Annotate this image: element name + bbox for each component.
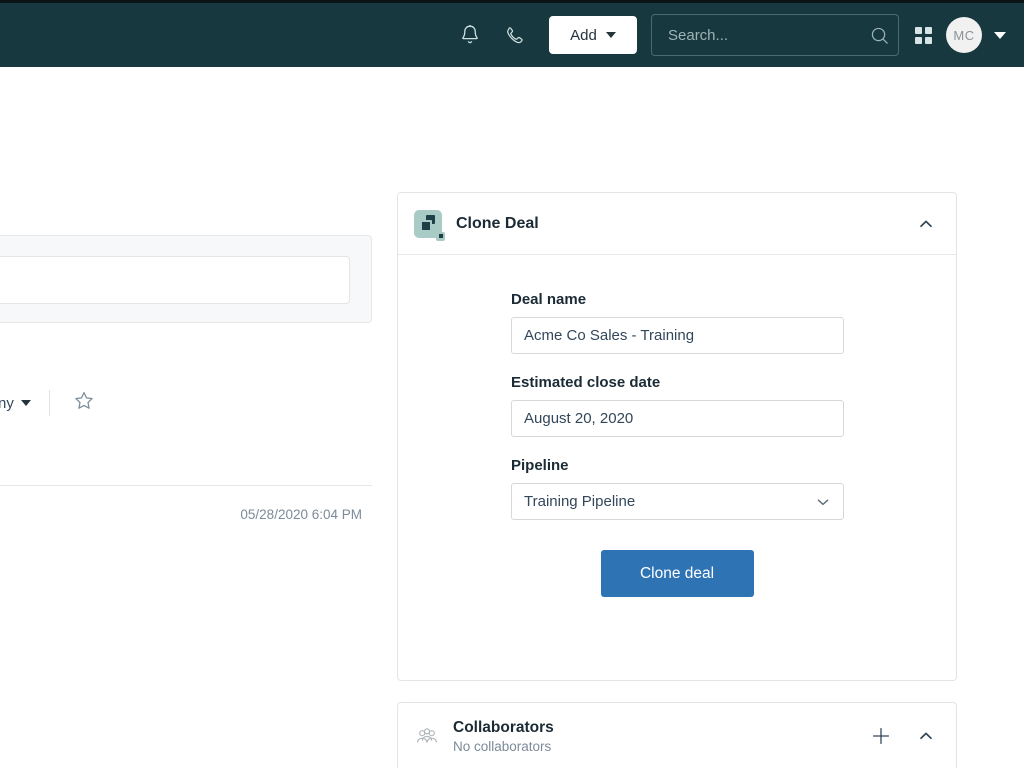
search-icon[interactable] [869, 25, 890, 46]
clone-icon-badge [436, 232, 445, 241]
clone-deal-icon [414, 210, 442, 238]
field-deal-name: Deal name Acme Co Sales - Training [511, 291, 844, 354]
phone-icon[interactable] [497, 18, 531, 52]
estimated-close-date-input[interactable]: August 20, 2020 [511, 400, 844, 437]
star-icon[interactable] [72, 389, 96, 418]
avatar-initials: MC [953, 28, 974, 43]
divider [0, 485, 372, 486]
collaborators-card-header[interactable]: Collaborators No collaborators [398, 703, 956, 769]
people-group-icon [414, 723, 440, 749]
left-partial-panel: ny 05/28/2020 6:04 PM [0, 67, 372, 768]
clone-deal-card: Clone Deal Deal name Acme Co Sales - Tra… [397, 192, 957, 681]
bell-icon[interactable] [453, 18, 487, 52]
record-timestamp: 05/28/2020 6:04 PM [0, 507, 362, 522]
pipeline-value: Training Pipeline [524, 493, 635, 510]
chevron-down-icon[interactable] [994, 32, 1006, 39]
field-label: Deal name [511, 291, 844, 308]
chevron-down-icon [606, 32, 616, 38]
collaborators-card: Collaborators No collaborators [397, 702, 957, 768]
pipeline-select[interactable]: Training Pipeline [511, 483, 844, 520]
grid-cell [915, 27, 922, 34]
add-button-label: Add [570, 27, 597, 44]
clone-deal-title: Clone Deal [456, 215, 914, 233]
association-dropdown[interactable]: ny [0, 395, 31, 412]
note-composer-input[interactable] [0, 256, 350, 304]
field-pipeline: Pipeline Training Pipeline [511, 457, 844, 520]
collaborators-subtitle: No collaborators [453, 739, 868, 754]
add-button[interactable]: Add [549, 16, 637, 54]
plus-icon[interactable] [868, 723, 894, 749]
chevron-up-icon[interactable] [914, 724, 938, 748]
clone-deal-card-header[interactable]: Clone Deal [398, 193, 956, 255]
grid-cell [925, 37, 932, 44]
chevron-down-icon [815, 494, 831, 510]
divider [49, 390, 50, 416]
deal-name-value: Acme Co Sales - Training [524, 327, 694, 344]
collaborators-texts: Collaborators No collaborators [453, 718, 868, 754]
estimated-close-date-value: August 20, 2020 [524, 410, 633, 427]
search-box[interactable] [651, 14, 899, 56]
field-estimated-close-date: Estimated close date August 20, 2020 [511, 374, 844, 437]
search-input[interactable] [666, 26, 869, 45]
chevron-up-icon[interactable] [914, 212, 938, 236]
field-label: Pipeline [511, 457, 844, 474]
clone-deal-button[interactable]: Clone deal [601, 550, 754, 597]
association-dropdown-label: ny [0, 395, 14, 412]
avatar[interactable]: MC [946, 17, 982, 53]
grid-cell [915, 37, 922, 44]
clone-icon-front-square [420, 220, 432, 232]
deal-name-input[interactable]: Acme Co Sales - Training [511, 317, 844, 354]
record-meta-row: ny [0, 377, 372, 429]
grid-icon[interactable] [915, 27, 932, 44]
field-label: Estimated close date [511, 374, 844, 391]
top-navigation-bar: Add MC [0, 3, 1024, 67]
collaborators-title: Collaborators [453, 718, 868, 737]
clone-deal-form: Deal name Acme Co Sales - Training Estim… [398, 255, 956, 597]
grid-cell [925, 27, 932, 34]
chevron-down-icon [21, 400, 31, 406]
